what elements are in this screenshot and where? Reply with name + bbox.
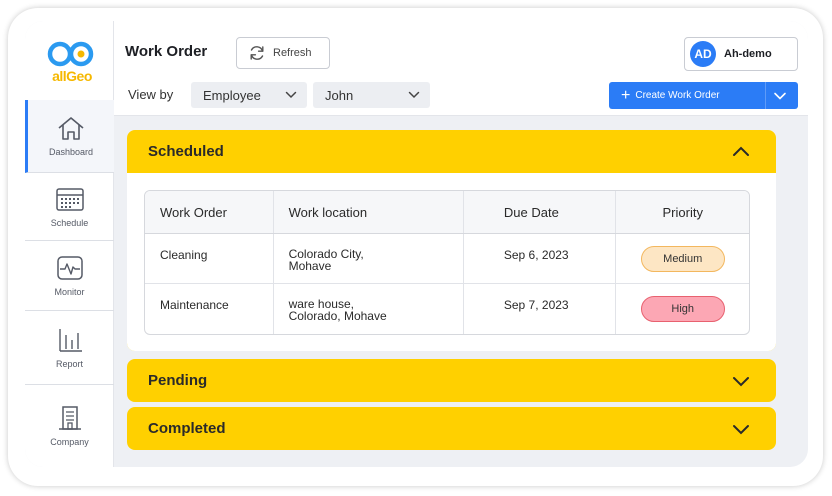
view-by-value: Employee xyxy=(203,87,261,103)
refresh-icon xyxy=(250,46,264,60)
section-header-scheduled[interactable]: Scheduled xyxy=(127,130,776,173)
due-date-cell: Sep 7, 2023 xyxy=(464,284,617,334)
sidebar-item-label: Dashboard xyxy=(48,147,94,157)
chevron-down-icon[interactable] xyxy=(732,374,750,388)
monitor-icon xyxy=(56,255,83,280)
priority-cell: High xyxy=(616,284,749,334)
view-by-label: View by xyxy=(128,87,174,102)
priority-badge: High xyxy=(640,296,725,322)
home-icon xyxy=(58,117,84,140)
location-cell: Colorado City, Mohave xyxy=(274,234,464,283)
page-title: Work Order xyxy=(125,43,208,60)
plus-icon: + xyxy=(621,86,631,104)
section-header-pending[interactable]: Pending xyxy=(127,359,776,402)
sidebar-item-report[interactable]: Report xyxy=(25,311,114,385)
bar-chart-icon xyxy=(58,328,82,352)
sidebar-item-monitor[interactable]: Monitor xyxy=(25,241,114,311)
sidebar-item-label: Report xyxy=(55,358,83,369)
section-pending[interactable]: Pending xyxy=(127,359,776,402)
chevron-down-icon[interactable] xyxy=(732,422,750,436)
priority-cell: Medium xyxy=(616,234,749,283)
sidebar-item-company[interactable]: Company xyxy=(25,385,114,467)
employee-value: John xyxy=(325,87,354,103)
sidebar-item-label: Monitor xyxy=(54,286,85,297)
logo-icon xyxy=(47,41,94,67)
chevron-up-icon[interactable] xyxy=(732,145,750,159)
work-order-table: Work Order Work location Due Date Priori… xyxy=(144,190,750,335)
column-header[interactable]: Due Date xyxy=(464,191,617,233)
sidebar-item-label: Schedule xyxy=(50,217,89,228)
chevron-down-icon[interactable] xyxy=(773,89,787,103)
chevron-down-icon xyxy=(408,91,420,99)
button-divider xyxy=(765,82,766,109)
view-by-select[interactable]: Employee xyxy=(191,82,307,108)
create-work-order-label: Create Work Order xyxy=(635,90,720,101)
table-header-row: Work Order Work location Due Date Priori… xyxy=(145,191,749,234)
column-header[interactable]: Work Order xyxy=(145,191,274,233)
due-date-cell: Sep 6, 2023 xyxy=(464,234,617,283)
create-work-order-button[interactable]: + Create Work Order xyxy=(609,82,798,109)
app: allGeo Dashboard Schedule Monitor Report… xyxy=(25,21,808,467)
user-menu[interactable]: AD Ah-demo xyxy=(684,37,798,71)
section-header-completed[interactable]: Completed xyxy=(127,407,776,450)
avatar: AD xyxy=(690,41,716,67)
section-body-scheduled: Work Order Work location Due Date Priori… xyxy=(127,173,776,351)
sidebar-item-label: Company xyxy=(50,437,89,447)
sidebar-item-schedule[interactable]: Schedule xyxy=(25,173,114,241)
section-title: Scheduled xyxy=(148,143,224,160)
sidebar-item-dashboard[interactable]: Dashboard xyxy=(25,100,114,173)
location-cell: ware house, Colorado, Mohave xyxy=(274,284,464,334)
user-name: Ah-demo xyxy=(724,48,772,60)
refresh-button[interactable]: Refresh xyxy=(236,37,330,69)
priority-badge: Medium xyxy=(640,245,725,272)
calendar-icon xyxy=(55,187,84,211)
building-icon xyxy=(58,406,81,430)
table-row[interactable]: Maintenance ware house, Colorado, Mohave… xyxy=(145,284,749,334)
employee-select[interactable]: John xyxy=(313,82,430,108)
work-order-cell: Maintenance xyxy=(145,284,274,334)
sidebar: allGeo Dashboard Schedule Monitor Report… xyxy=(25,21,114,467)
section-title: Pending xyxy=(148,372,208,389)
section-completed[interactable]: Completed xyxy=(127,407,776,450)
app-logo[interactable]: allGeo xyxy=(47,40,97,86)
column-header[interactable]: Priority xyxy=(616,191,749,233)
logo-text: allGeo xyxy=(52,68,92,84)
column-header[interactable]: Work location xyxy=(274,191,464,233)
section-scheduled: Scheduled Work Order Work location Due D… xyxy=(127,130,776,351)
table-row[interactable]: Cleaning Colorado City, Mohave Sep 6, 20… xyxy=(145,234,749,284)
work-order-cell: Cleaning xyxy=(145,234,274,283)
header: Work Order Refresh AD Ah-demo View by Em… xyxy=(114,21,808,116)
chevron-down-icon xyxy=(285,91,297,99)
refresh-label: Refresh xyxy=(273,47,312,59)
section-title: Completed xyxy=(148,420,226,437)
